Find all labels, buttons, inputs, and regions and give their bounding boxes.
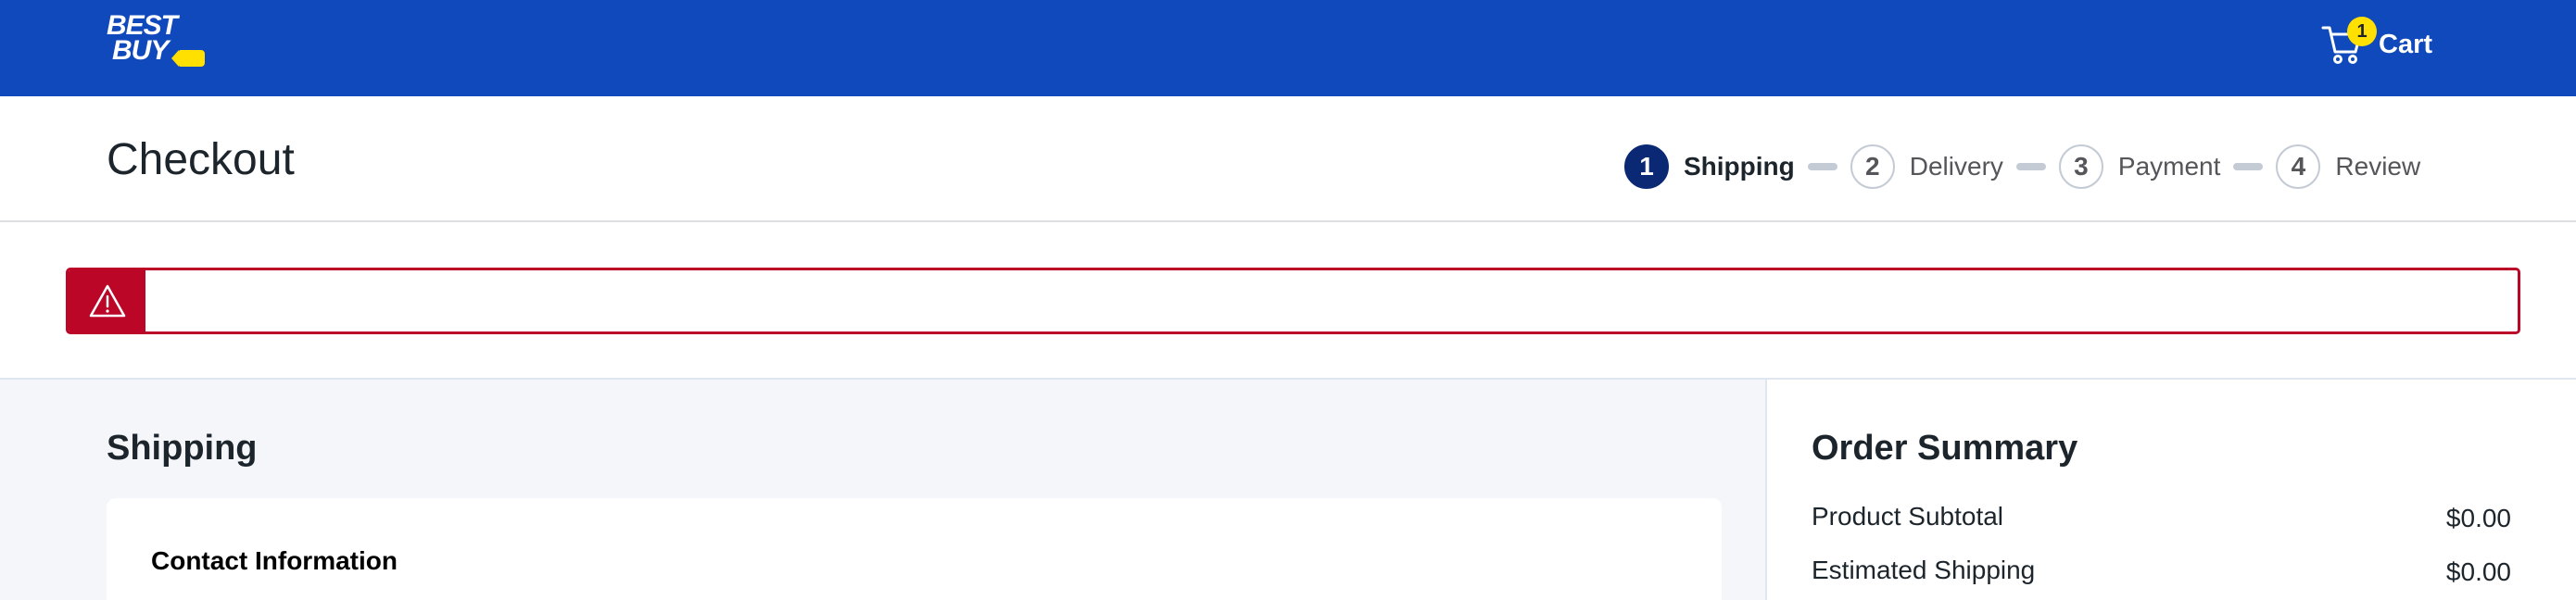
step-number: 3	[2058, 144, 2103, 189]
summary-row-estimated-shipping: Estimated Shipping $0.00	[1812, 556, 2511, 593]
shipping-title: Shipping	[107, 429, 258, 468]
step-number: 1	[1624, 144, 1669, 189]
contact-information-card: Contact Information	[107, 498, 1722, 600]
checkout-title-bar: Checkout 1 Shipping 2 Delivery 3 Payment…	[0, 96, 2576, 222]
step-delivery[interactable]: 2 Delivery	[1850, 144, 2003, 190]
cart-button[interactable]: 1 Cart	[2321, 17, 2442, 72]
logo-line2: BUY	[112, 35, 169, 66]
summary-value: $0.00	[2445, 557, 2511, 586]
contact-information-title: Contact Information	[151, 546, 398, 575]
order-summary-title: Order Summary	[1812, 429, 2078, 468]
cart-count-badge: 1	[2347, 17, 2377, 46]
summary-label: Product Subtotal	[1812, 502, 2004, 531]
alert-icon-panel	[69, 270, 145, 331]
best-buy-logo[interactable]: BEST BUY	[107, 10, 205, 69]
step-label: Shipping	[1684, 152, 1795, 181]
step-number: 2	[1850, 144, 1895, 189]
step-shipping[interactable]: 1 Shipping	[1624, 144, 1795, 190]
step-label: Delivery	[1909, 152, 2003, 181]
checkout-stepper: 1 Shipping 2 Delivery 3 Payment 4 Review	[1624, 144, 2420, 190]
page-title: Checkout	[107, 135, 295, 184]
top-header: BEST BUY 1 Cart	[0, 0, 2576, 96]
summary-value: $0.00	[2445, 504, 2511, 532]
step-label: Payment	[2117, 152, 2221, 181]
step-payment[interactable]: 3 Payment	[2058, 144, 2221, 190]
step-connector	[2015, 163, 2046, 170]
step-label: Review	[2335, 152, 2421, 181]
logo-tag-icon	[171, 50, 205, 67]
warning-triangle-icon	[89, 284, 125, 318]
cart-label: Cart	[2379, 30, 2433, 59]
step-connector	[2233, 163, 2264, 170]
shipping-section: Shipping Contact Information	[0, 380, 1765, 600]
logo-text: BEST BUY	[107, 10, 178, 66]
logo-line1: BEST	[107, 10, 178, 41]
summary-row-product-subtotal: Product Subtotal $0.00	[1812, 502, 2511, 539]
step-review[interactable]: 4 Review	[2276, 144, 2420, 190]
error-alert	[66, 268, 2520, 334]
step-connector	[1807, 163, 1837, 170]
order-summary-panel: Order Summary Product Subtotal $0.00 Est…	[1765, 380, 2576, 600]
summary-label: Estimated Shipping	[1812, 556, 2036, 584]
step-number: 4	[2276, 144, 2321, 189]
